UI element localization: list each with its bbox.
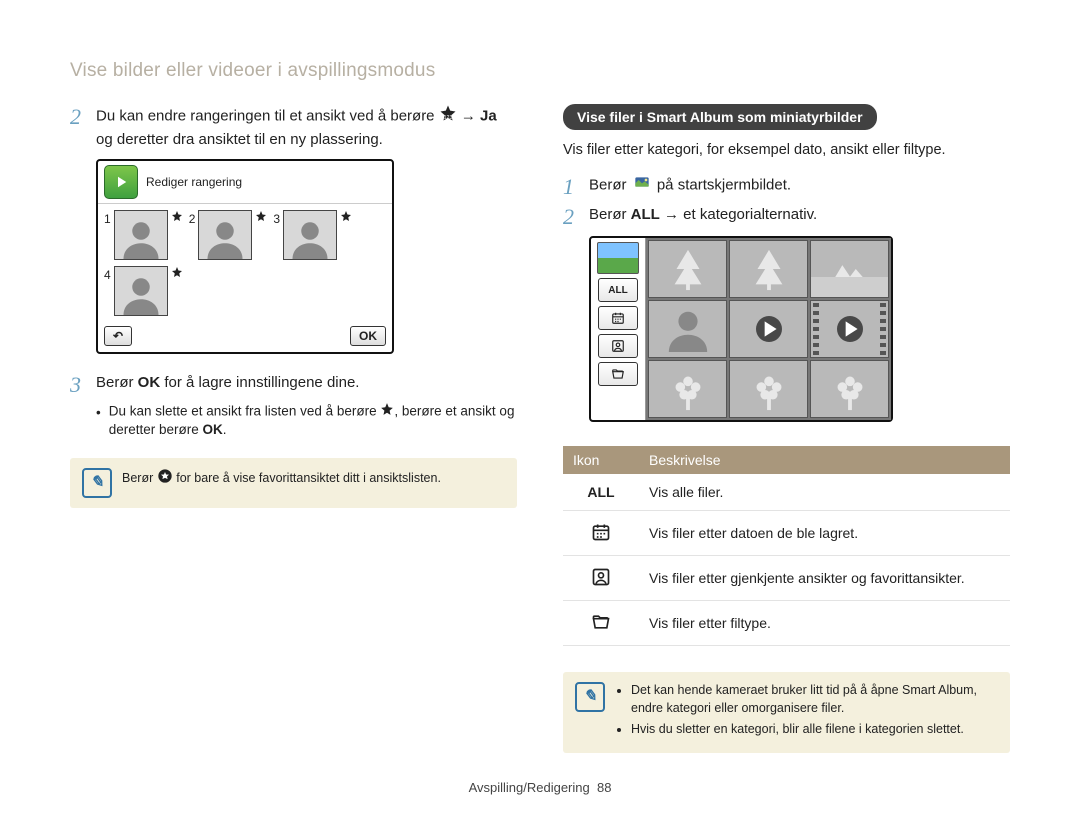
edit-ranking-title: Rediger rangering bbox=[146, 175, 242, 189]
table-row: Vis filer etter filtype. bbox=[563, 601, 1010, 646]
sidebar-face-button[interactable] bbox=[598, 334, 638, 358]
sidebar-all-button[interactable]: ALL bbox=[598, 278, 638, 302]
face-slot-2: 2 bbox=[189, 210, 268, 260]
star-icon bbox=[171, 210, 183, 222]
gallery-icon bbox=[631, 174, 653, 197]
table-header-desc: Beskrivelse bbox=[639, 446, 1010, 474]
bullet-icon: • bbox=[96, 402, 101, 441]
star-icon bbox=[255, 210, 267, 222]
thumb-video bbox=[810, 300, 889, 358]
thumb-person bbox=[648, 300, 727, 358]
folder-icon bbox=[589, 611, 613, 633]
step-1-right-text: Berør på startskjermbildet. bbox=[589, 174, 1010, 197]
face-slot-4: 4 bbox=[104, 266, 183, 316]
left-column: 2 Du kan endre rangeringen til et ansikt… bbox=[70, 104, 517, 753]
all-label-icon: ALL bbox=[587, 484, 614, 500]
tip-item: Det kan hende kameraet bruker litt tid p… bbox=[631, 682, 998, 717]
thumb-flower bbox=[810, 360, 889, 418]
thumb-tree bbox=[729, 240, 808, 298]
tip-text: Berør for bare å vise favorittansiktet d… bbox=[122, 468, 441, 490]
ok-label-icon: OK bbox=[138, 374, 161, 391]
playback-mode-icon bbox=[104, 165, 138, 199]
thumb-video bbox=[729, 300, 808, 358]
note-icon: ✎ bbox=[575, 682, 605, 712]
smart-album-screen: ALL bbox=[589, 236, 893, 422]
page-title: Vise bilder eller videoer i avspillingsm… bbox=[70, 60, 1010, 82]
face-sq-icon bbox=[589, 566, 613, 588]
table-header-icon: Ikon bbox=[563, 446, 639, 474]
step-number-2-right: 2 bbox=[563, 204, 579, 228]
thumb-flower bbox=[648, 360, 727, 418]
table-row: ALL Vis alle filer. bbox=[563, 474, 1010, 511]
step-2-text: Du kan endre rangeringen til et ansikt v… bbox=[96, 104, 517, 151]
page-footer: Avspilling/Redigering 88 bbox=[0, 780, 1080, 795]
star-icon bbox=[171, 266, 183, 278]
icon-description-table: Ikon Beskrivelse ALL Vis alle filer. Vis… bbox=[563, 446, 1010, 646]
step-2-right-text: Berør ALL → et kategorialternativ. bbox=[589, 204, 1010, 226]
step-number-3: 3 bbox=[70, 372, 86, 396]
face-slot-1: 1 bbox=[104, 210, 183, 260]
note-icon: ✎ bbox=[82, 468, 112, 498]
sidebar-thumbnail bbox=[597, 242, 639, 274]
right-column: Vise filer i Smart Album som miniatyrbil… bbox=[563, 104, 1010, 753]
thumb-mountain bbox=[810, 240, 889, 298]
table-row: Vis filer etter datoen de ble lagret. bbox=[563, 511, 1010, 556]
sidebar-calendar-button[interactable] bbox=[598, 306, 638, 330]
face-slot-3: 3 bbox=[273, 210, 352, 260]
step-number-2: 2 bbox=[70, 104, 86, 128]
star-circle-icon bbox=[157, 468, 173, 490]
back-button[interactable]: ↶ bbox=[104, 326, 132, 346]
thumb-flower bbox=[729, 360, 808, 418]
step-number-1-right: 1 bbox=[563, 174, 579, 198]
section-heading: Vise filer i Smart Album som miniatyrbil… bbox=[563, 104, 877, 130]
star-123-icon bbox=[439, 104, 457, 129]
edit-ranking-screen: Rediger rangering 1 2 3 bbox=[96, 159, 394, 354]
tip-box-right: ✎ Det kan hende kameraet bruker litt tid… bbox=[563, 672, 1010, 753]
section-intro: Vis filer etter kategori, for eksempel d… bbox=[563, 140, 1010, 160]
calendar-icon bbox=[589, 521, 613, 543]
tip-box: ✎ Berør for bare å vise favorittansiktet… bbox=[70, 458, 517, 508]
table-row: Vis filer etter gjenkjente ansikter og f… bbox=[563, 556, 1010, 601]
thumb-tree bbox=[648, 240, 727, 298]
star-icon bbox=[380, 402, 394, 422]
delete-face-bullet: Du kan slette et ansikt fra listen ved å… bbox=[109, 402, 517, 441]
step-3-text: Berør OK for å lagre innstillingene dine… bbox=[96, 372, 517, 394]
ok-button[interactable]: OK bbox=[350, 326, 386, 346]
ok-label-icon: OK bbox=[203, 422, 223, 437]
star-icon bbox=[340, 210, 352, 222]
sidebar-filetype-button[interactable] bbox=[598, 362, 638, 386]
tip-item: Hvis du sletter en kategori, blir alle f… bbox=[631, 721, 998, 739]
